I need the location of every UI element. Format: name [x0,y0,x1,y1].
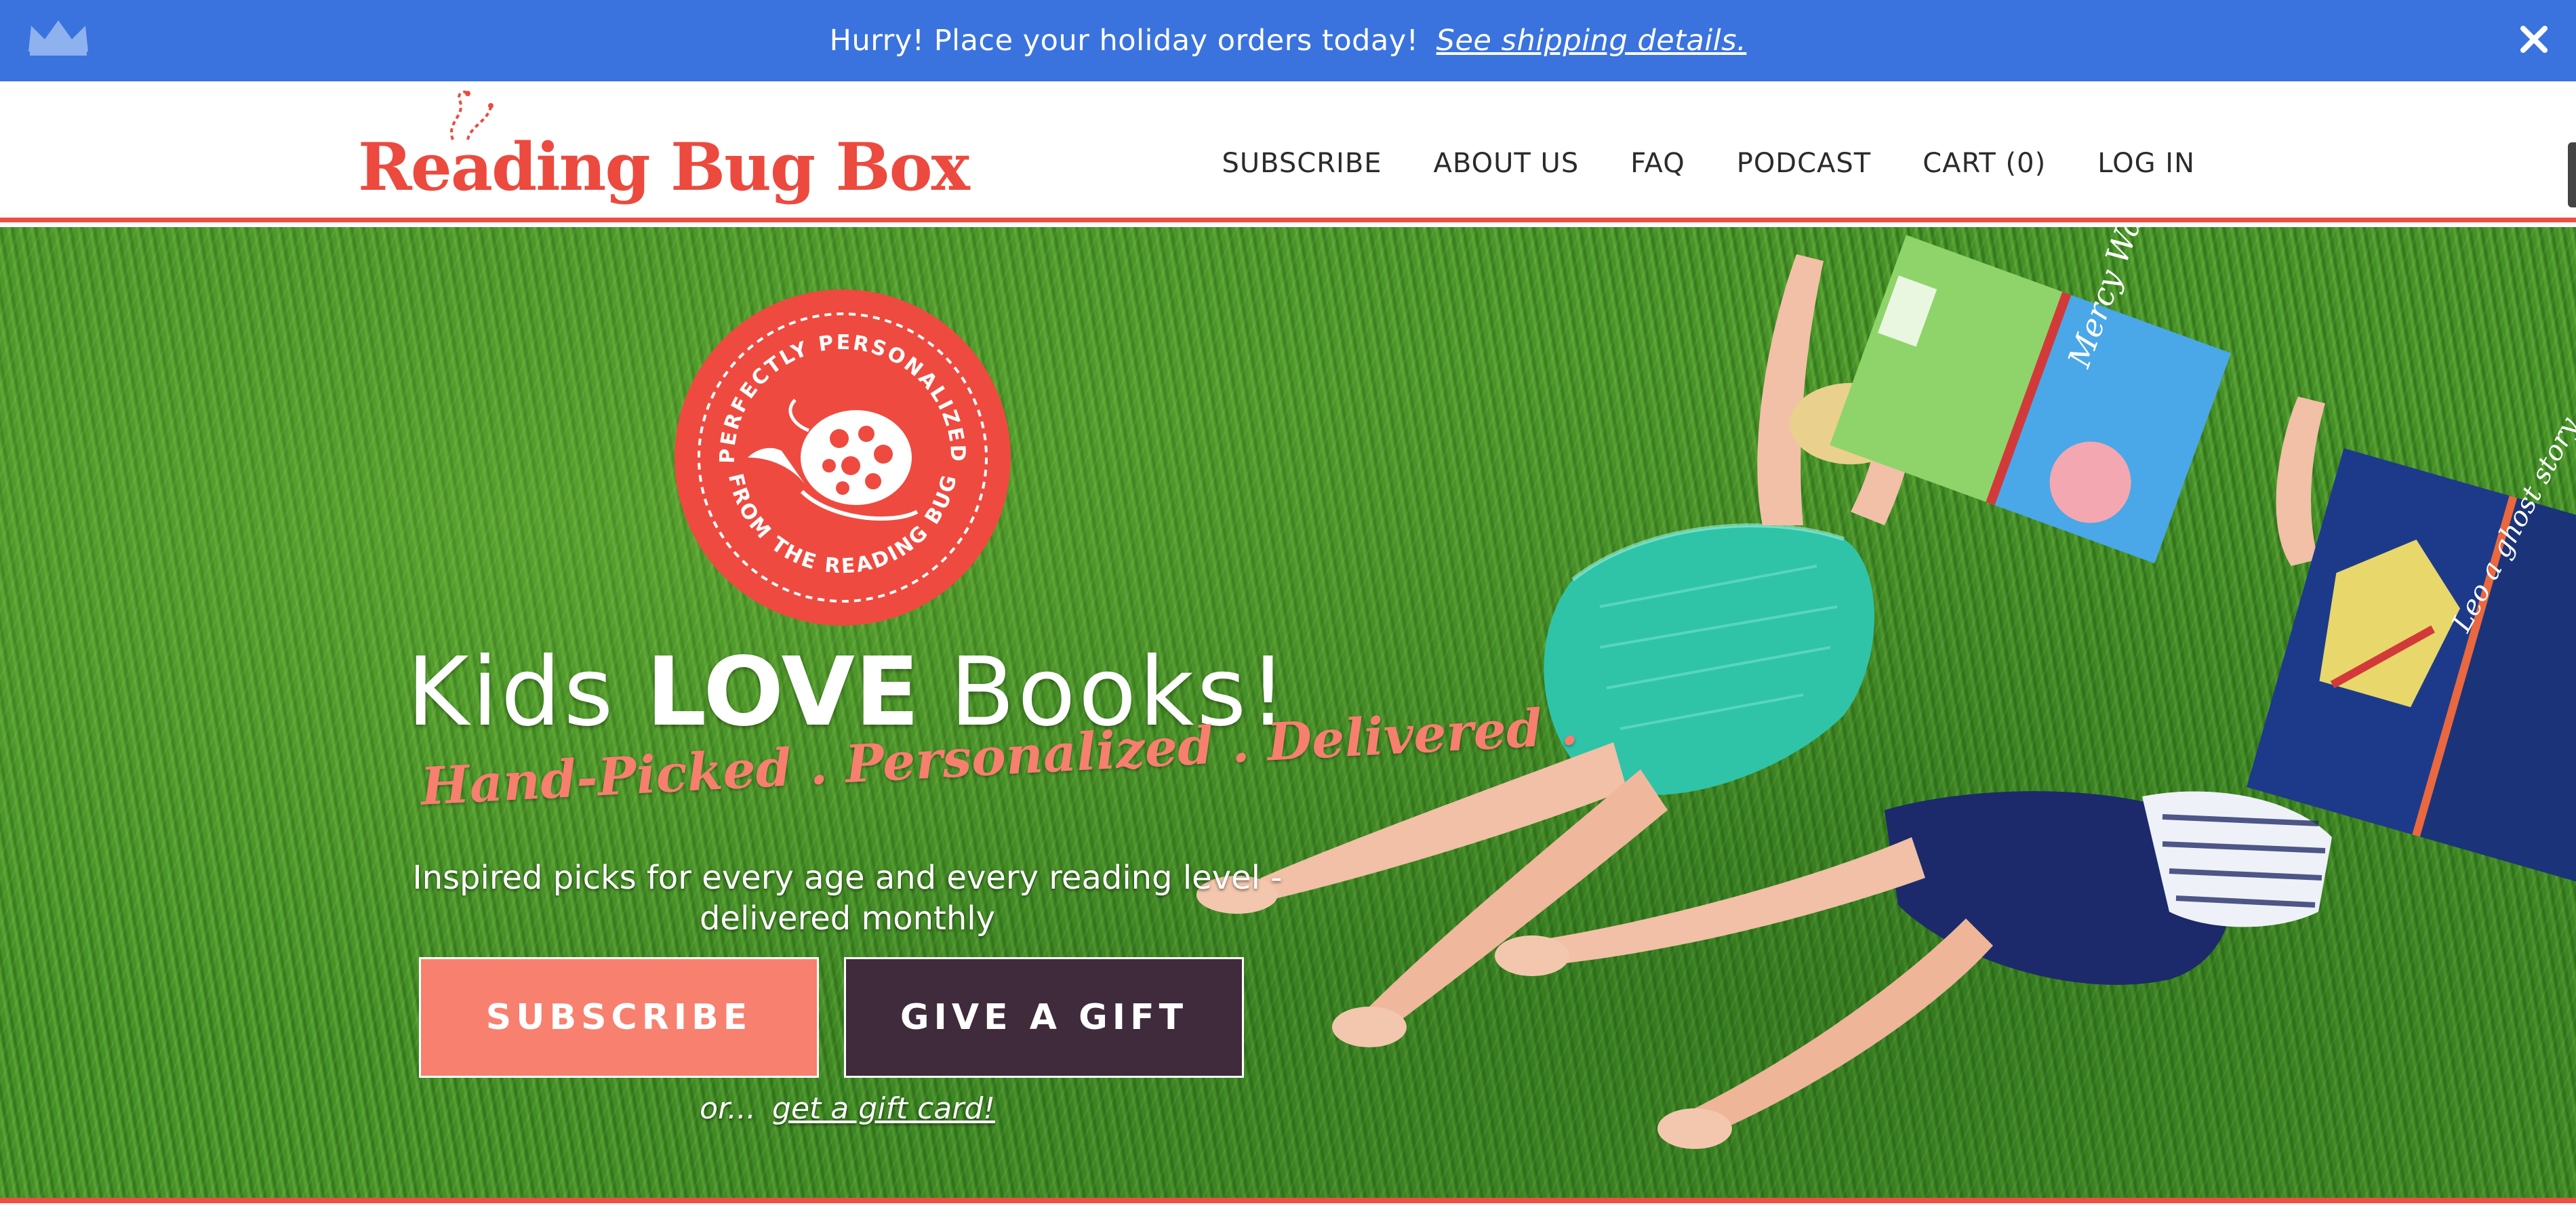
headline-part2: LOVE [646,637,920,748]
crown-icon [28,20,88,56]
hero-subtext: Inspired picks for every age and every r… [380,857,1315,939]
close-icon [2520,26,2548,53]
nav-podcast[interactable]: PODCAST [1737,148,1872,179]
announcement-message: Hurry! Place your holiday orders today! … [830,24,1747,58]
close-announcement-button[interactable] [2510,15,2558,64]
site-logo[interactable]: Reading Bug Box [358,88,970,217]
announcement-text: Hurry! Place your holiday orders today! [829,24,1419,58]
hero-subtext-line2: delivered monthly [699,900,996,937]
page-bottom [0,1203,2576,1231]
nav-faq[interactable]: FAQ [1630,148,1685,179]
announcement-bar: Hurry! Place your holiday orders today! … [0,0,2576,81]
personalized-badge: PERFECTLY PERSONALIZED FROM THE READING … [675,289,1011,626]
nav-subscribe[interactable]: SUBSCRIBE [1222,148,1382,179]
nav-about-us[interactable]: ABOUT US [1434,148,1579,179]
gift-card-prefix: or... [700,1091,757,1126]
hero-divider [0,1198,2576,1203]
give-a-gift-button[interactable]: GIVE A GIFT [844,957,1244,1078]
side-tab[interactable] [2568,142,2576,207]
nav-cart[interactable]: CART (0) [1923,148,2046,179]
gift-card-line: or... get a gift card! [610,1091,1085,1126]
hero-subtext-line1: Inspired picks for every age and every r… [412,859,1283,897]
subscribe-button[interactable]: SUBSCRIBE [419,957,819,1078]
nav-log-in[interactable]: LOG IN [2097,148,2195,179]
logo-wordmark: Reading Bug Box [358,129,970,205]
main-nav: SUBSCRIBE ABOUT US FAQ PODCAST CART (0) … [1222,148,2196,179]
headline-part1: Kids [407,637,616,748]
gift-card-link[interactable]: get a gift card! [772,1091,995,1126]
site-header: Reading Bug Box SUBSCRIBE ABOUT US FAQ P… [0,81,2576,222]
shipping-details-link[interactable]: See shipping details. [1436,24,1747,58]
hero-section: Mercy Watson Leo a ghost story PERFECTLY… [0,227,2576,1198]
